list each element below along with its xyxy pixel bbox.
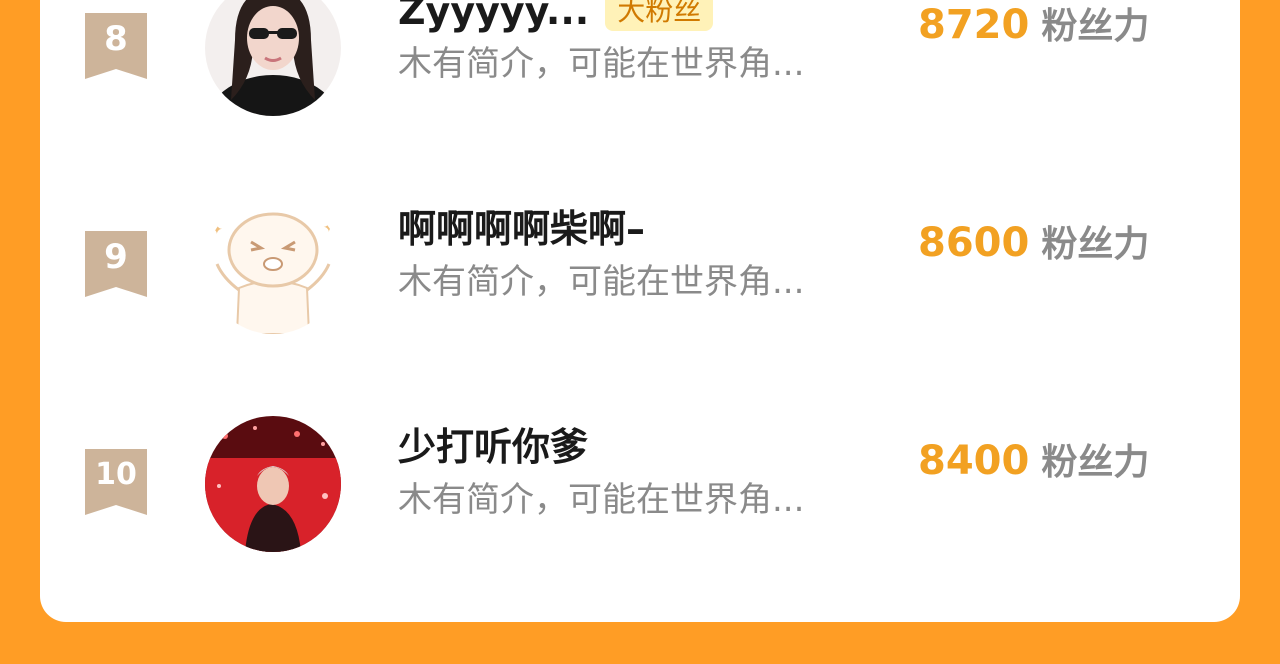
rank-badge: 9 (85, 231, 147, 297)
rank-number: 10 (95, 457, 137, 492)
fan-level-badge: 大粉丝 (605, 0, 714, 31)
svg-text:✦: ✦ (323, 220, 335, 236)
fan-score: 8400 (918, 438, 1030, 484)
username[interactable]: 啊啊啊啊柴啊– (398, 201, 645, 257)
bio-text: 木有简介，可能在世界角... (398, 262, 805, 302)
avatar[interactable] (205, 416, 341, 552)
rank-badge: 8 (85, 13, 147, 79)
ranking-row[interactable]: 9 ✦ ✦ 啊啊啊啊柴啊– 木有简介，可能在世界角... 8600 粉丝力 (40, 198, 1240, 363)
ranking-row[interactable]: 8 Zyyyyy... 大粉丝 木有简介，可能在世界角... 8720 粉丝力 (40, 0, 1240, 145)
rank-number: 9 (104, 237, 128, 277)
fan-score: 8600 (918, 220, 1030, 266)
avatar[interactable] (205, 0, 341, 116)
fan-ranking-card: 8 Zyyyyy... 大粉丝 木有简介，可能在世界角... 8720 粉丝力 (40, 0, 1240, 622)
username[interactable]: Zyyyyy... (398, 0, 589, 39)
ranking-row[interactable]: 10 少打听你爹 木有简介，可能在世界角... 8400 粉丝力 (40, 416, 1240, 581)
fan-score-label: 粉丝力 (1041, 224, 1150, 265)
fan-score: 8720 (918, 2, 1030, 48)
rank-number: 8 (104, 19, 128, 59)
bio-text: 木有简介，可能在世界角... (398, 44, 805, 84)
username[interactable]: 少打听你爹 (398, 419, 588, 475)
fan-score-label: 粉丝力 (1041, 6, 1150, 47)
rank-badge: 10 (85, 449, 147, 515)
avatar[interactable]: ✦ ✦ (205, 198, 341, 334)
bio-text: 木有简介，可能在世界角... (398, 480, 805, 520)
svg-text:✦: ✦ (211, 222, 223, 238)
fan-score-label: 粉丝力 (1041, 442, 1150, 483)
